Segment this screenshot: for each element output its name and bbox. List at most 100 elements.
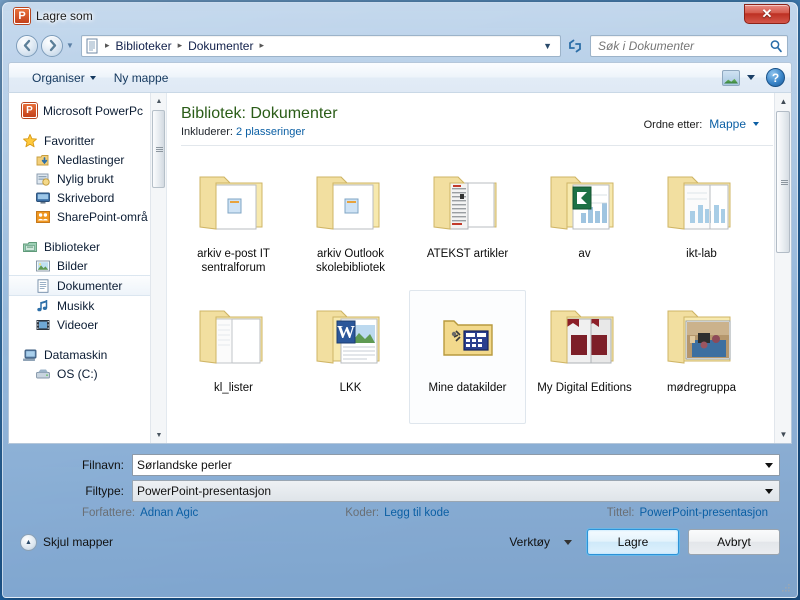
sidebar-item-os-c[interactable]: OS (C:) <box>9 364 166 383</box>
sidebar-item-label: SharePoint-områ <box>57 209 148 224</box>
list-item[interactable]: av <box>526 156 643 290</box>
sidebar-item-label: OS (C:) <box>57 366 98 381</box>
list-item[interactable] <box>643 424 760 443</box>
list-item[interactable]: Mine datakilder <box>409 290 526 424</box>
chevron-down-icon[interactable]: ▼ <box>539 41 558 51</box>
sidebar-item-nedlastinger[interactable]: Nedlastinger <box>9 150 166 169</box>
sidebar-item-label: Bilder <box>57 258 88 273</box>
sidebar-item-favoritter[interactable]: Favoritter <box>9 131 166 150</box>
resize-grip-icon[interactable] <box>780 582 791 593</box>
chevron-down-icon[interactable] <box>765 488 773 494</box>
file-list-scrollbar-thumb[interactable] <box>776 111 790 253</box>
tags-label: Koder: <box>345 507 380 519</box>
navigation-pane: P Microsoft PowerPc Favoritter Nedlastin… <box>9 93 167 443</box>
list-item[interactable] <box>526 424 643 443</box>
breadcrumb-separator[interactable]: ▸ <box>256 40 267 51</box>
breadcrumb-item-documents[interactable]: Dokumenter <box>185 38 256 54</box>
list-item-label: ATEKST artikler <box>426 248 509 260</box>
folder-icon <box>537 429 633 443</box>
list-item[interactable]: ATEKST artikler <box>409 156 526 290</box>
sidebar-item-label: Skrivebord <box>57 190 115 205</box>
recent-icon <box>36 173 50 186</box>
folder-icon <box>303 429 399 443</box>
sidebar-item-skrivebord[interactable]: Skrivebord <box>9 188 166 207</box>
list-item[interactable]: mødregruppa <box>643 290 760 424</box>
list-item[interactable] <box>175 424 292 443</box>
sidebar-item-bilder[interactable]: Bilder <box>9 256 166 275</box>
list-item[interactable]: ikt-lab <box>643 156 760 290</box>
folder-chart-icon <box>654 161 750 241</box>
sidebar-item-nylig-brukt[interactable]: Nylig brukt <box>9 169 166 188</box>
chevron-down-icon[interactable] <box>747 75 755 80</box>
save-button[interactable]: Lagre <box>587 529 679 555</box>
chevron-down-icon[interactable] <box>765 462 773 468</box>
window-title: Lagre som <box>36 9 93 23</box>
new-folder-button[interactable]: Ny mappe <box>105 67 178 89</box>
list-item[interactable]: My Digital Editions <box>526 290 643 424</box>
scroll-up-arrow-icon[interactable]: ▲ <box>151 93 166 109</box>
forward-button[interactable] <box>41 34 63 57</box>
scrollbar-grip-icon <box>156 147 163 152</box>
sidebar-scrollbar-thumb[interactable] <box>152 110 165 188</box>
folder-icon <box>654 429 750 443</box>
list-item[interactable]: arkiv e-post IT sentralforum <box>175 156 292 290</box>
sidebar-item-dokumenter[interactable]: Dokumenter <box>9 275 166 296</box>
sidebar-item-musikk[interactable]: Musikk <box>9 296 166 315</box>
tags-value[interactable]: Legg til kode <box>384 507 449 519</box>
save-form: Filnavn: Sørlandske perler Filtype: Powe… <box>8 444 792 519</box>
arrange-by-control[interactable]: Ordne etter: Mappe <box>644 105 777 131</box>
downloads-icon <box>36 154 49 165</box>
hide-folders-label: Skjul mapper <box>43 535 114 549</box>
scroll-down-arrow-icon[interactable]: ▼ <box>775 426 791 443</box>
list-item[interactable]: arkiv Outlook skolebibliotek <box>292 156 409 290</box>
organize-button[interactable]: Organiser <box>23 67 105 89</box>
help-button[interactable]: ? <box>766 68 785 87</box>
sidebar-item-microsoft-powerpoint[interactable]: P Microsoft PowerPc <box>9 101 166 120</box>
save-as-dialog: P Lagre som ✕ ▼ ▸ Biblioteker ▸ Dokument… <box>2 2 798 598</box>
refresh-button[interactable] <box>563 35 587 57</box>
list-item-label: Mine datakilder <box>428 382 507 394</box>
sidebar-scrollbar[interactable]: ▲ ▼ <box>150 93 166 443</box>
harddisk-icon <box>36 369 50 378</box>
sidebar-item-biblioteker[interactable]: Biblioteker <box>9 237 166 256</box>
documents-icon <box>37 278 49 293</box>
title-value[interactable]: PowerPoint-presentasjon <box>640 507 769 519</box>
breadcrumb-item-libraries[interactable]: Biblioteker <box>113 38 175 54</box>
filetype-row: Filtype: PowerPoint-presentasjon <box>20 480 780 502</box>
folder-newspaper-icon <box>420 161 516 241</box>
scroll-up-arrow-icon[interactable]: ▲ <box>775 93 791 110</box>
tools-button[interactable]: Verktøy <box>503 531 578 553</box>
list-item-label: kl_lister <box>214 382 253 394</box>
hide-folders-button[interactable]: ▲ Skjul mapper <box>20 533 114 551</box>
list-item[interactable]: kl_lister <box>175 290 292 424</box>
sidebar-item-sharepoint[interactable]: SharePoint-områ <box>9 207 166 226</box>
history-dropdown-button[interactable]: ▼ <box>63 41 77 50</box>
filename-input[interactable]: Sørlandske perler <box>132 454 780 476</box>
list-item[interactable] <box>409 424 526 443</box>
command-bar: Organiser Ny mappe ? <box>8 62 792 92</box>
command-bar-right: ? <box>722 68 785 87</box>
authors-field: Forfattere: Adnan Agic <box>82 507 198 519</box>
scroll-down-arrow-icon[interactable]: ▼ <box>151 427 166 443</box>
list-item[interactable]: W LKK <box>292 290 409 424</box>
sidebar-item-videoer[interactable]: Videoer <box>9 315 166 334</box>
view-mode-icon[interactable] <box>722 69 740 86</box>
authors-value[interactable]: Adnan Agic <box>140 507 198 519</box>
list-item[interactable] <box>292 424 409 443</box>
video-icon <box>36 319 50 330</box>
search-input[interactable]: Søk i Dokumenter <box>590 34 788 57</box>
document-icon <box>86 38 98 53</box>
folder-documents-icon <box>186 161 282 241</box>
back-button[interactable] <box>16 34 38 57</box>
address-bar[interactable]: ▸ Biblioteker ▸ Dokumenter ▸ ▼ <box>81 34 561 57</box>
includes-link[interactable]: 2 plasseringer <box>236 126 305 138</box>
cancel-button[interactable]: Avbryt <box>688 529 780 555</box>
close-button[interactable]: ✕ <box>744 4 790 24</box>
sidebar-item-datamaskin[interactable]: Datamaskin <box>9 345 166 364</box>
powerpoint-icon: P <box>14 8 30 24</box>
filename-row: Filnavn: Sørlandske perler <box>20 454 780 476</box>
filetype-select[interactable]: PowerPoint-presentasjon <box>132 480 780 502</box>
file-list-scrollbar[interactable]: ▲ ▼ <box>774 93 791 443</box>
library-title: Bibliotek: Dokumenter <box>181 105 338 122</box>
